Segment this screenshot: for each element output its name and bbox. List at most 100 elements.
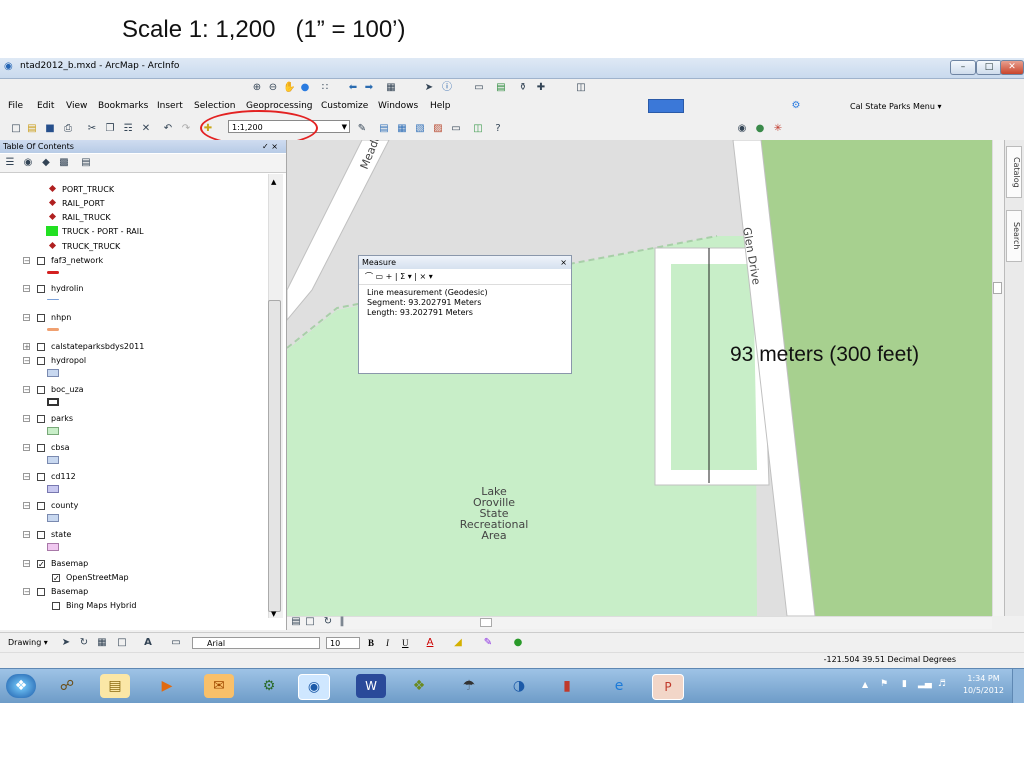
toc-layer-row[interactable]: − hydrolin — [0, 283, 266, 300]
maximize-button[interactable]: □ — [976, 60, 1002, 75]
minimize-button[interactable]: – — [950, 60, 976, 75]
toc-layer-row[interactable]: − parks — [0, 413, 266, 435]
taskbar-explorer-icon[interactable]: ▤ — [100, 674, 130, 698]
toc-layer-row[interactable]: − faf3_network — [0, 255, 266, 274]
measure-close-button[interactable]: × — [560, 256, 567, 269]
layer-visibility-checkbox[interactable] — [37, 415, 45, 423]
expand-toggle-icon[interactable]: − — [23, 285, 30, 293]
zoom-out-icon[interactable]: ⊖ — [267, 82, 279, 94]
rectangle-icon[interactable]: □ — [116, 637, 128, 649]
tray-volume-icon[interactable]: ♬ — [938, 679, 946, 689]
expand-toggle-icon[interactable]: − — [23, 502, 30, 510]
marker-color-icon[interactable]: ● — [512, 637, 524, 649]
taskbar-globe-icon[interactable]: ◑ — [504, 674, 534, 698]
table-of-contents-icon[interactable]: ▤ — [378, 123, 390, 135]
fill-color-icon[interactable]: ◢ — [452, 637, 464, 649]
expand-toggle-icon[interactable]: − — [23, 257, 30, 265]
italic-button[interactable]: I — [386, 638, 389, 648]
find-icon[interactable]: ⚱ — [517, 82, 529, 94]
layer-visibility-checkbox[interactable]: ✓ — [37, 560, 45, 569]
delete-icon[interactable]: ✕ — [140, 123, 152, 135]
options-icon[interactable]: ▤ — [80, 157, 92, 169]
list-by-drawing-order-icon[interactable]: ☰ — [4, 157, 16, 169]
toc-layer-row[interactable]: + calstateparksbdys2011 — [0, 341, 266, 353]
toc-layer-row[interactable]: − cbsa — [0, 442, 266, 464]
toc-layer-row[interactable]: − nhpn — [0, 312, 266, 331]
expand-toggle-icon[interactable]: − — [23, 415, 30, 423]
expand-toggle-icon[interactable]: − — [23, 560, 30, 568]
pause-drawing-icon[interactable]: ‖ — [336, 616, 348, 628]
menu-windows[interactable]: Windows — [378, 101, 418, 111]
taskbar-word-icon[interactable]: W — [356, 674, 386, 698]
line-color-icon[interactable]: ✎ — [482, 637, 494, 649]
toc-layer-row[interactable]: − cd112 — [0, 471, 266, 493]
undo-icon[interactable]: ↶ — [162, 123, 174, 135]
refresh-icon[interactable]: ↻ — [322, 616, 334, 628]
menu-selection[interactable]: Selection — [194, 101, 235, 111]
map-vertical-thumb[interactable] — [993, 282, 1002, 294]
copy-icon[interactable]: ❐ — [104, 123, 116, 135]
taskbar-device-icon[interactable]: ▮ — [552, 674, 582, 698]
toc-layer-row[interactable]: − hydropol — [0, 355, 266, 377]
tray-battery-icon[interactable]: ▮ — [902, 679, 907, 689]
zoom-in-icon[interactable]: ⊕ — [251, 82, 263, 94]
select-element-icon[interactable]: ➤ — [60, 637, 72, 649]
layer-visibility-checkbox[interactable] — [37, 285, 45, 293]
layer-visibility-checkbox[interactable] — [37, 473, 45, 481]
catalog-tab[interactable]: Catalog — [1006, 146, 1022, 198]
toc-layer-row[interactable]: − boc_uza — [0, 384, 266, 406]
select-elements-icon[interactable]: ➤ — [423, 82, 435, 94]
measure-tools[interactable]: ⌒ ▭ + | Σ ▾ | × ▾ — [359, 269, 571, 285]
layer-visibility-checkbox[interactable] — [37, 357, 45, 365]
layer-visibility-checkbox[interactable] — [37, 314, 45, 322]
toc-layer-row[interactable]: − Basemap — [0, 586, 266, 598]
underline-button[interactable]: U — [402, 638, 409, 648]
rotate-icon[interactable]: ↻ — [78, 637, 90, 649]
text-tool-icon[interactable]: A — [142, 637, 154, 649]
taskbar-outlook-icon[interactable]: ✉ — [204, 674, 234, 698]
toc-layer-row[interactable]: PORT_TRUCK — [0, 184, 266, 196]
toc-layer-row[interactable]: − ✓ Basemap — [0, 558, 266, 570]
toc-layer-row[interactable]: Bing Maps Hybrid — [0, 600, 266, 612]
editor-toolbar-icon[interactable]: ✎ — [356, 123, 368, 135]
menu-edit[interactable]: Edit — [37, 101, 54, 111]
taskbar-toolbox-icon[interactable]: ❖ — [404, 674, 434, 698]
model-builder-icon[interactable]: ◫ — [472, 123, 484, 135]
taskbar-arcmap-icon[interactable]: ◉ — [298, 674, 330, 700]
close-button[interactable]: ✕ — [1000, 60, 1024, 75]
new-document-icon[interactable]: □ — [10, 123, 22, 135]
expand-toggle-icon[interactable]: − — [23, 531, 30, 539]
toc-layer-row[interactable]: ✓ OpenStreetMap — [0, 572, 266, 584]
cal-state-parks-menu[interactable]: Cal State Parks Menu ▾ — [850, 102, 942, 111]
taskbar-clock[interactable]: 1:34 PM 10/5/2012 — [963, 673, 1004, 697]
list-by-source-icon[interactable]: ◉ — [22, 157, 34, 169]
map-horizontal-thumb[interactable] — [480, 618, 492, 627]
search-tab[interactable]: Search — [1006, 210, 1022, 262]
expand-toggle-icon[interactable]: − — [23, 357, 30, 365]
transparency-slider[interactable] — [648, 99, 684, 113]
toc-layer-row[interactable]: RAIL_TRUCK — [0, 212, 266, 224]
menu-help[interactable]: Help — [430, 101, 451, 111]
toc-layer-row[interactable]: RAIL_PORT — [0, 198, 266, 210]
python-window-icon[interactable]: ▭ — [450, 123, 462, 135]
expand-toggle-icon[interactable]: − — [23, 314, 30, 322]
save-icon[interactable]: ■ — [44, 123, 56, 135]
menu-view[interactable]: View — [66, 101, 87, 111]
paste-icon[interactable]: ☶ — [122, 123, 134, 135]
tray-expand-icon[interactable]: ▲ — [862, 680, 868, 689]
font-name-select[interactable]: Arial — [192, 637, 320, 649]
fixed-zoom-icon[interactable]: ∷ — [319, 82, 331, 94]
cut-icon[interactable]: ✂ — [86, 123, 98, 135]
font-size-select[interactable]: 10 — [326, 637, 360, 649]
taskbar-security-icon[interactable]: ☍ — [52, 674, 82, 698]
print-icon[interactable]: ⎙ — [62, 123, 74, 135]
star-icon[interactable]: ✳ — [772, 123, 784, 135]
layer-visibility-checkbox[interactable] — [37, 343, 45, 351]
list-by-visibility-icon[interactable]: ◆ — [40, 157, 52, 169]
search-window-icon[interactable]: ▧ — [414, 123, 426, 135]
globe-icon[interactable]: ● — [754, 123, 766, 135]
layer-visibility-checkbox[interactable] — [37, 588, 45, 596]
toc-pin-close[interactable]: ✓ × — [262, 140, 278, 153]
expand-toggle-icon[interactable]: − — [23, 386, 30, 394]
bold-button[interactable]: B — [368, 638, 374, 648]
